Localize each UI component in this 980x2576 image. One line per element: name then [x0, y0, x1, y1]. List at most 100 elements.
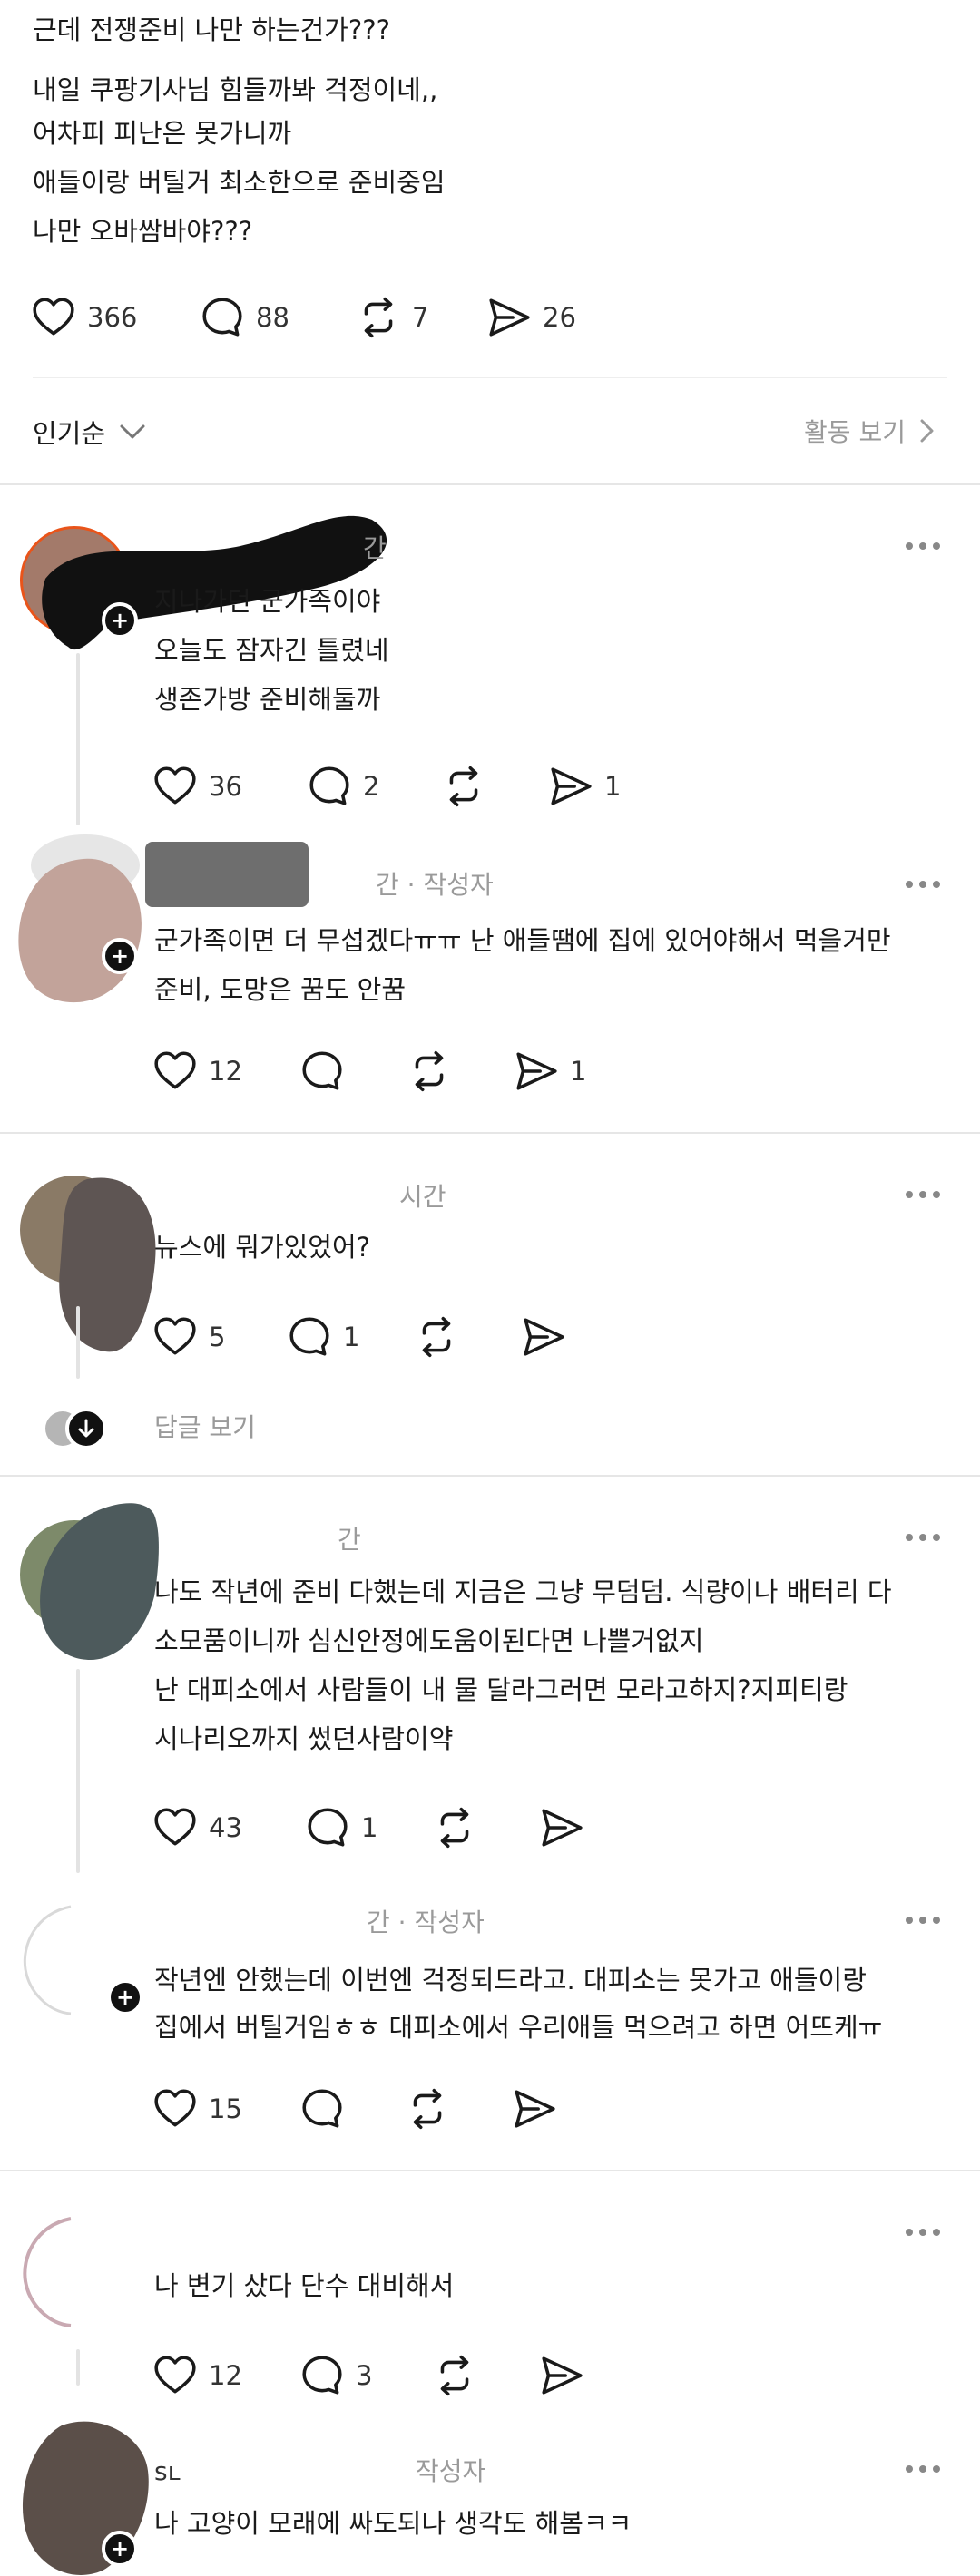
comment-text-line: 나 고양이 모래에 싸도되나 생각도 해봄ㅋㅋ — [154, 2508, 632, 2539]
view-replies-link[interactable]: 답글 보기 — [45, 1408, 256, 1449]
post-text-line: 나만 오바쌈바야??? — [33, 216, 253, 247]
speech-bubble-icon — [307, 764, 352, 809]
reply-button[interactable] — [299, 2086, 345, 2132]
share-button[interactable]: 26 — [486, 295, 576, 340]
follow-badge-icon[interactable]: + — [102, 602, 138, 639]
comment-meta: 간 · 작성자 — [367, 1908, 485, 1937]
reply-button[interactable] — [299, 1049, 345, 1094]
more-dots-icon[interactable] — [906, 2465, 940, 2473]
like-count: 5 — [209, 1322, 226, 1352]
share-button[interactable] — [539, 2353, 584, 2398]
comment-text-line: 작년엔 안했는데 이번엔 걱정되드라고. 대피소는 못가고 애들이랑 — [154, 1965, 867, 1995]
share-button[interactable] — [521, 1314, 566, 1360]
speech-bubble-icon — [305, 1805, 350, 1850]
section-divider — [0, 1475, 980, 1477]
speech-bubble-icon — [287, 1314, 332, 1360]
heart-icon — [152, 1314, 198, 1360]
repost-icon — [414, 1314, 459, 1360]
send-icon — [539, 1805, 584, 1850]
heart-icon — [152, 764, 198, 809]
share-button[interactable] — [512, 2086, 557, 2132]
reply-button[interactable]: 2 — [307, 764, 379, 809]
avatar[interactable] — [16, 2213, 152, 2331]
comment-text-line: 뉴스에 뭐가있었어? — [154, 1232, 371, 1263]
like-button[interactable]: 43 — [152, 1805, 242, 1850]
heart-icon — [152, 2086, 198, 2132]
activity-link[interactable]: 활동 보기 — [804, 413, 940, 449]
repost-button[interactable] — [432, 2353, 477, 2398]
like-count: 12 — [209, 2360, 242, 2391]
reply-count: 3 — [356, 2360, 373, 2391]
more-dots-icon[interactable] — [906, 542, 940, 550]
post-text-line: 어차피 피난은 못가니까 — [33, 118, 292, 149]
reply-button[interactable]: 3 — [299, 2353, 372, 2398]
section-divider — [0, 483, 980, 485]
share-button[interactable]: 1 — [514, 1049, 586, 1094]
repost-button[interactable] — [407, 1049, 452, 1094]
send-icon — [548, 764, 593, 809]
more-dots-icon[interactable] — [906, 881, 940, 888]
reply-button[interactable]: 88 — [200, 295, 289, 340]
reply-count: 88 — [256, 302, 289, 333]
send-icon — [539, 2353, 584, 2398]
repost-button[interactable] — [414, 1314, 459, 1360]
speech-bubble-icon — [299, 2353, 345, 2398]
heart-icon — [152, 1805, 198, 1850]
like-button[interactable]: 15 — [152, 2086, 242, 2132]
chevron-down-icon — [120, 424, 145, 439]
like-count: 12 — [209, 1056, 242, 1087]
more-dots-icon[interactable] — [906, 1534, 940, 1541]
repost-button[interactable] — [432, 1805, 477, 1850]
like-count: 15 — [209, 2093, 242, 2124]
like-count: 366 — [87, 302, 138, 333]
comment-meta: 시간 — [399, 1182, 446, 1212]
like-button[interactable]: 5 — [152, 1314, 225, 1360]
send-icon — [512, 2086, 557, 2132]
share-count: 1 — [604, 771, 622, 802]
reply-count: 2 — [363, 771, 380, 802]
like-button[interactable]: 366 — [31, 295, 137, 340]
repost-icon — [407, 1049, 452, 1094]
like-button[interactable]: 12 — [152, 2353, 242, 2398]
send-icon — [486, 295, 532, 340]
like-button[interactable]: 36 — [152, 764, 242, 809]
post-text-line: 근데 전쟁준비 나만 하는건가??? — [33, 15, 390, 45]
comment-text-line: 시나리오까지 썼던사람이약 — [154, 1723, 454, 1754]
view-replies-label: 답글 보기 — [154, 1412, 256, 1442]
thread-line — [76, 1669, 80, 1873]
repost-button[interactable] — [405, 2086, 450, 2132]
section-divider — [0, 1132, 980, 1134]
like-button[interactable]: 12 — [152, 1049, 242, 1094]
sort-dropdown[interactable]: 인기순 — [33, 413, 149, 451]
share-button[interactable] — [539, 1805, 584, 1850]
follow-badge-icon[interactable]: + — [102, 938, 138, 974]
comment-username[interactable]: sʟ — [154, 2456, 181, 2486]
repost-button[interactable]: 7 — [356, 295, 428, 340]
thread-line — [76, 1306, 80, 1379]
comment-meta: 작성자 — [416, 2456, 486, 2486]
redaction-mark — [59, 1177, 156, 1352]
reply-button[interactable]: 1 — [287, 1314, 359, 1360]
follow-badge-icon[interactable]: + — [102, 2531, 138, 2567]
comment-meta: 간 — [363, 533, 387, 563]
avatar[interactable] — [16, 2416, 162, 2576]
heart-icon — [152, 1049, 198, 1094]
more-dots-icon[interactable] — [906, 1191, 940, 1198]
share-button[interactable]: 1 — [548, 764, 621, 809]
chevron-right-icon — [920, 419, 934, 443]
share-count: 1 — [570, 1056, 587, 1087]
repost-icon — [356, 295, 401, 340]
reply-button[interactable]: 1 — [305, 1805, 377, 1850]
reply-count: 1 — [361, 1812, 378, 1843]
repost-icon — [441, 764, 486, 809]
more-dots-icon[interactable] — [906, 1917, 940, 1924]
send-icon — [514, 1049, 559, 1094]
repost-button[interactable] — [441, 764, 486, 809]
more-dots-icon[interactable] — [906, 2229, 940, 2236]
section-divider — [0, 2170, 980, 2171]
heart-icon — [152, 2353, 198, 2398]
send-icon — [521, 1314, 566, 1360]
heart-icon — [31, 295, 76, 340]
avatar[interactable] — [13, 833, 149, 1005]
follow-badge-icon[interactable]: + — [107, 1979, 143, 2015]
